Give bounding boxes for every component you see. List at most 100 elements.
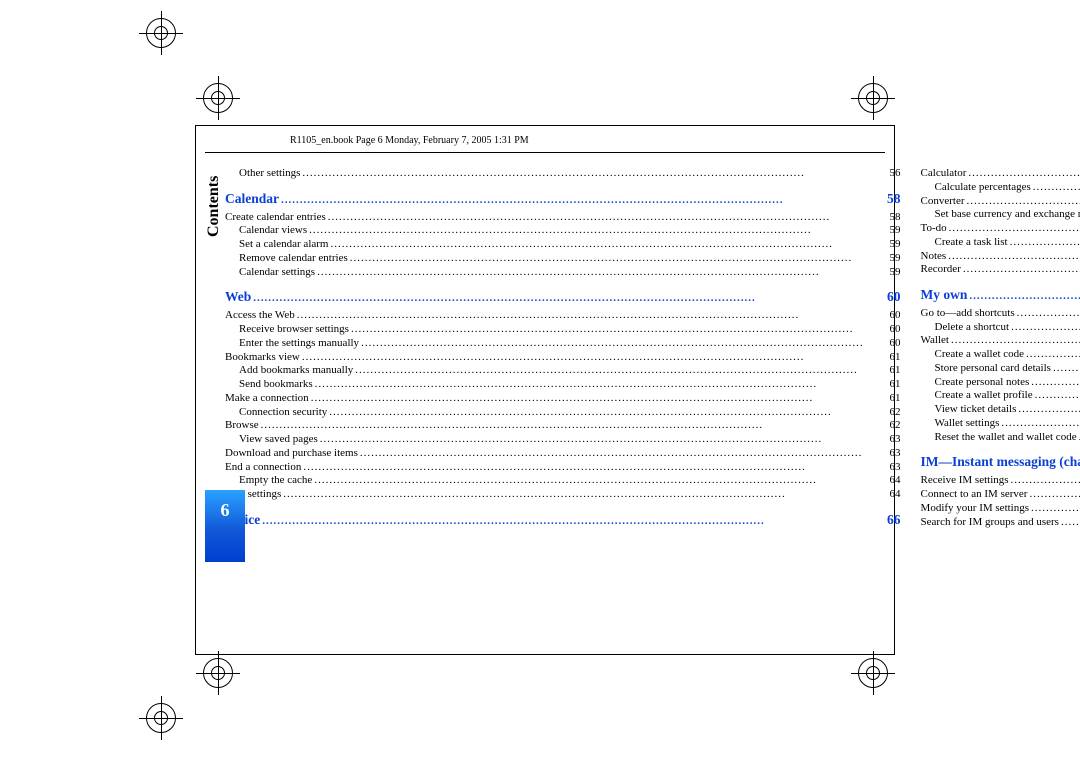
toc-entry-page: 59 <box>888 266 901 280</box>
toc-entry: Converter66 <box>921 195 1080 209</box>
toc-section-heading: Calendar 58 <box>225 191 901 208</box>
toc-entry-label: Notes <box>921 250 947 264</box>
toc-entry-page: 61 <box>888 378 901 392</box>
toc-entry: Calculator66 <box>921 167 1080 181</box>
toc-leader-dots <box>1035 389 1080 403</box>
toc-entry: Enter the settings manually 60 <box>225 337 901 351</box>
toc-entry: Wallet settings71 <box>921 417 1080 431</box>
toc-entry-page: 59 <box>888 252 901 266</box>
toc-leader-dots <box>1053 362 1080 376</box>
toc-entry-label: Connect to an IM server <box>921 488 1028 502</box>
toc-leader-dots <box>281 191 883 208</box>
toc-leader-dots <box>320 433 886 447</box>
section-label-text: Contents <box>205 176 223 237</box>
toc-leader-dots <box>329 406 885 420</box>
toc-entry: Remove calendar entries59 <box>225 252 901 266</box>
toc-entry-label: My own <box>921 287 968 304</box>
toc-entry-label: Enter the settings manually <box>239 337 359 351</box>
toc-entry: Notes68 <box>921 250 1080 264</box>
toc-entry-label: Create a task list <box>935 236 1008 250</box>
toc-entry: Receive browser settings 60 <box>225 323 901 337</box>
toc-entry-label: Recorder <box>921 263 961 277</box>
toc-leader-dots <box>328 211 886 225</box>
toc-entry-page: 61 <box>888 351 901 365</box>
toc-entry-label: Calendar <box>225 191 279 208</box>
toc-leader-dots <box>262 512 883 529</box>
toc-leader-dots <box>303 461 885 475</box>
toc-leader-dots <box>1011 474 1080 488</box>
toc-entry-page: 62 <box>888 419 901 433</box>
toc-leader-dots <box>297 309 886 323</box>
toc-leader-dots <box>968 167 1080 181</box>
toc-entry-label: Calendar settings <box>239 266 315 280</box>
print-header: R1105_en.book Page 6 Monday, February 7,… <box>205 135 885 153</box>
toc-entry-label: View ticket details <box>935 403 1017 417</box>
toc-leader-dots <box>1017 307 1080 321</box>
toc-entry: View ticket details71 <box>921 403 1080 417</box>
page-number: 6 <box>221 500 230 521</box>
toc-entry-label: Receive browser settings <box>239 323 349 337</box>
toc-leader-dots <box>1033 181 1080 195</box>
toc-leader-dots <box>317 266 885 280</box>
toc-entry: Search for IM groups and users74 <box>921 516 1080 530</box>
toc-leader-dots <box>969 287 1080 304</box>
toc-entry-label: Store personal card details <box>935 362 1051 376</box>
toc-entry-label: End a connection <box>225 461 301 475</box>
toc-entry-page: 58 <box>885 191 901 208</box>
toc-entry-page: 64 <box>888 488 901 502</box>
toc-entry-label: Browse <box>225 419 259 433</box>
toc-leader-dots <box>253 289 883 306</box>
toc-entry-label: Calculate percentages <box>935 181 1031 195</box>
page-number-badge: 6 <box>205 490 245 562</box>
toc-entry-label: Delete a shortcut <box>935 321 1010 335</box>
toc-entry: End a connection 63 <box>225 461 901 475</box>
toc-leader-dots <box>315 378 886 392</box>
page-container: R1105_en.book Page 6 Monday, February 7,… <box>205 135 885 635</box>
toc-entry-page: 63 <box>888 433 901 447</box>
toc-entry-label: Reset the wallet and wallet code <box>935 431 1077 445</box>
toc-entry: Recorder68 <box>921 263 1080 277</box>
toc-entry-label: Create a wallet code <box>935 348 1024 362</box>
toc-entry: Calendar settings 59 <box>225 266 901 280</box>
toc-entry-page: 60 <box>888 323 901 337</box>
toc-leader-dots <box>948 250 1080 264</box>
toc-entry-label: Search for IM groups and users <box>921 516 1059 530</box>
toc-columns: Other settings56Calendar58Create calenda… <box>205 167 1080 532</box>
toc-entry-page: 60 <box>888 337 901 351</box>
toc-leader-dots <box>951 334 1080 348</box>
toc-leader-dots <box>1018 403 1080 417</box>
toc-entry-page: 61 <box>888 392 901 406</box>
toc-leader-dots <box>302 351 886 365</box>
toc-entry: Send bookmarks61 <box>225 378 901 392</box>
toc-entry-page: 62 <box>888 406 901 420</box>
toc-entry: Calculate percentages66 <box>921 181 1080 195</box>
toc-section-heading: Web60 <box>225 289 901 306</box>
toc-leader-dots <box>309 224 885 238</box>
crop-mark-icon <box>143 700 179 736</box>
body: Contents Other settings56Calendar58Creat… <box>205 167 885 532</box>
toc-entry: Connection security62 <box>225 406 901 420</box>
toc-leader-dots <box>1031 376 1080 390</box>
toc-section-heading: My own69 <box>921 287 1080 304</box>
toc-entry-page: 63 <box>888 447 901 461</box>
toc-leader-dots <box>1026 348 1080 362</box>
toc-entry-label: Web <box>225 289 251 306</box>
toc-entry: View saved pages63 <box>225 433 901 447</box>
toc-entry-label: Create a wallet profile <box>935 389 1033 403</box>
toc-leader-dots <box>361 337 885 351</box>
toc-entry: Empty the cache64 <box>225 474 901 488</box>
toc-entry: Browse 62 <box>225 419 901 433</box>
toc-entry: Set a calendar alarm59 <box>225 238 901 252</box>
toc-leader-dots <box>1061 516 1080 530</box>
toc-leader-dots <box>330 238 885 252</box>
toc-entry-label: Wallet <box>921 334 949 348</box>
toc-leader-dots <box>949 222 1080 236</box>
toc-entry: Web settings64 <box>225 488 901 502</box>
toc-leader-dots <box>1010 236 1080 250</box>
toc-entry-label: Bookmarks view <box>225 351 300 365</box>
toc-column-right: Calculator66Calculate percentages66Conve… <box>921 167 1080 532</box>
toc-entry-page: 60 <box>888 309 901 323</box>
toc-entry: Delete a shortcut69 <box>921 321 1080 335</box>
toc-entry-page: 63 <box>888 461 901 475</box>
toc-entry-label: Add bookmarks manually <box>239 364 353 378</box>
